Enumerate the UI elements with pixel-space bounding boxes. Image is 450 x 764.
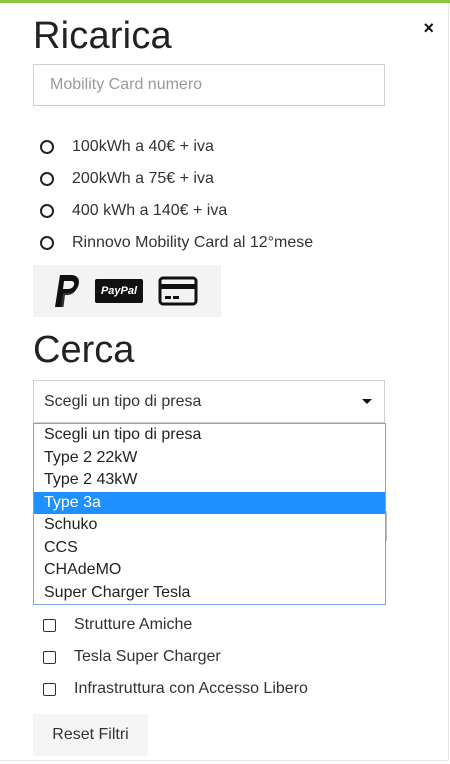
filter-strutture-amiche[interactable]: Strutture Amiche bbox=[43, 609, 308, 641]
recharge-option-label: Rinnovo Mobility Card al 12°mese bbox=[72, 234, 314, 251]
recharge-option-200kwh[interactable]: 200kWh a 75€ + iva bbox=[40, 163, 313, 195]
radio-icon[interactable] bbox=[40, 172, 54, 186]
recharge-option-label: 200kWh a 75€ + iva bbox=[72, 170, 214, 187]
dropdown-option[interactable]: CHAdeMO bbox=[34, 559, 385, 582]
dropdown-option[interactable]: CCS bbox=[34, 537, 385, 560]
radio-icon[interactable] bbox=[40, 236, 54, 250]
filter-checkboxes: Strutture Amiche Tesla Super Charger Inf… bbox=[43, 609, 308, 705]
radio-icon[interactable] bbox=[40, 204, 54, 218]
dropdown-option[interactable]: Schuko bbox=[34, 514, 385, 537]
paypal-wordmark-icon[interactable]: PayPal bbox=[89, 279, 149, 303]
close-icon[interactable]: × bbox=[423, 19, 434, 37]
plug-type-selected-value: Scegli un tipo di presa bbox=[44, 392, 202, 410]
panel-title: Ricarica bbox=[33, 15, 172, 57]
dropdown-option[interactable]: Type 2 43kW bbox=[34, 469, 385, 492]
checkbox-icon[interactable] bbox=[43, 650, 56, 664]
recharge-option-100kwh[interactable]: 100kWh a 40€ + iva bbox=[40, 131, 313, 163]
filter-label: Infrastruttura con Accesso Libero bbox=[74, 680, 308, 697]
dropdown-option[interactable]: Scegli un tipo di presa bbox=[34, 424, 385, 447]
chevron-down-icon bbox=[362, 399, 372, 404]
paypal-p-icon[interactable] bbox=[41, 273, 89, 309]
recharge-option-label: 100kWh a 40€ + iva bbox=[72, 138, 214, 155]
dropdown-option-highlighted[interactable]: Type 3a bbox=[34, 491, 385, 514]
recharge-option-renewal[interactable]: Rinnovo Mobility Card al 12°mese bbox=[40, 227, 313, 259]
recharge-options: 100kWh a 40€ + iva 200kWh a 75€ + iva 40… bbox=[40, 131, 313, 259]
filter-tesla-super-charger[interactable]: Tesla Super Charger bbox=[43, 641, 308, 673]
radio-icon[interactable] bbox=[40, 140, 54, 154]
filter-label: Tesla Super Charger bbox=[74, 648, 221, 665]
payment-methods: PayPal bbox=[33, 265, 221, 317]
filter-label: Strutture Amiche bbox=[74, 616, 193, 633]
plug-type-select[interactable]: Scegli un tipo di presa bbox=[33, 380, 385, 423]
credit-card-icon[interactable] bbox=[149, 276, 207, 306]
side-panel: × Ricarica 100kWh a 40€ + iva 200kWh a 7… bbox=[0, 3, 449, 761]
paypal-wordmark-text: PayPal bbox=[94, 279, 144, 303]
checkbox-icon[interactable] bbox=[43, 618, 56, 632]
mobility-card-number-input[interactable] bbox=[33, 64, 385, 106]
dropdown-option[interactable]: Super Charger Tesla bbox=[34, 582, 385, 605]
plug-type-dropdown-list: Scegli un tipo di presa Type 2 22kW Type… bbox=[33, 423, 386, 605]
recharge-option-400kwh[interactable]: 400 kWh a 140€ + iva bbox=[40, 195, 313, 227]
filter-accesso-libero[interactable]: Infrastruttura con Accesso Libero bbox=[43, 673, 308, 705]
recharge-option-label: 400 kWh a 140€ + iva bbox=[72, 202, 228, 219]
checkbox-icon[interactable] bbox=[43, 682, 56, 696]
dropdown-option[interactable]: Type 2 22kW bbox=[34, 447, 385, 470]
search-title: Cerca bbox=[33, 329, 135, 371]
reset-filters-button[interactable]: Reset Filtri bbox=[33, 714, 148, 756]
